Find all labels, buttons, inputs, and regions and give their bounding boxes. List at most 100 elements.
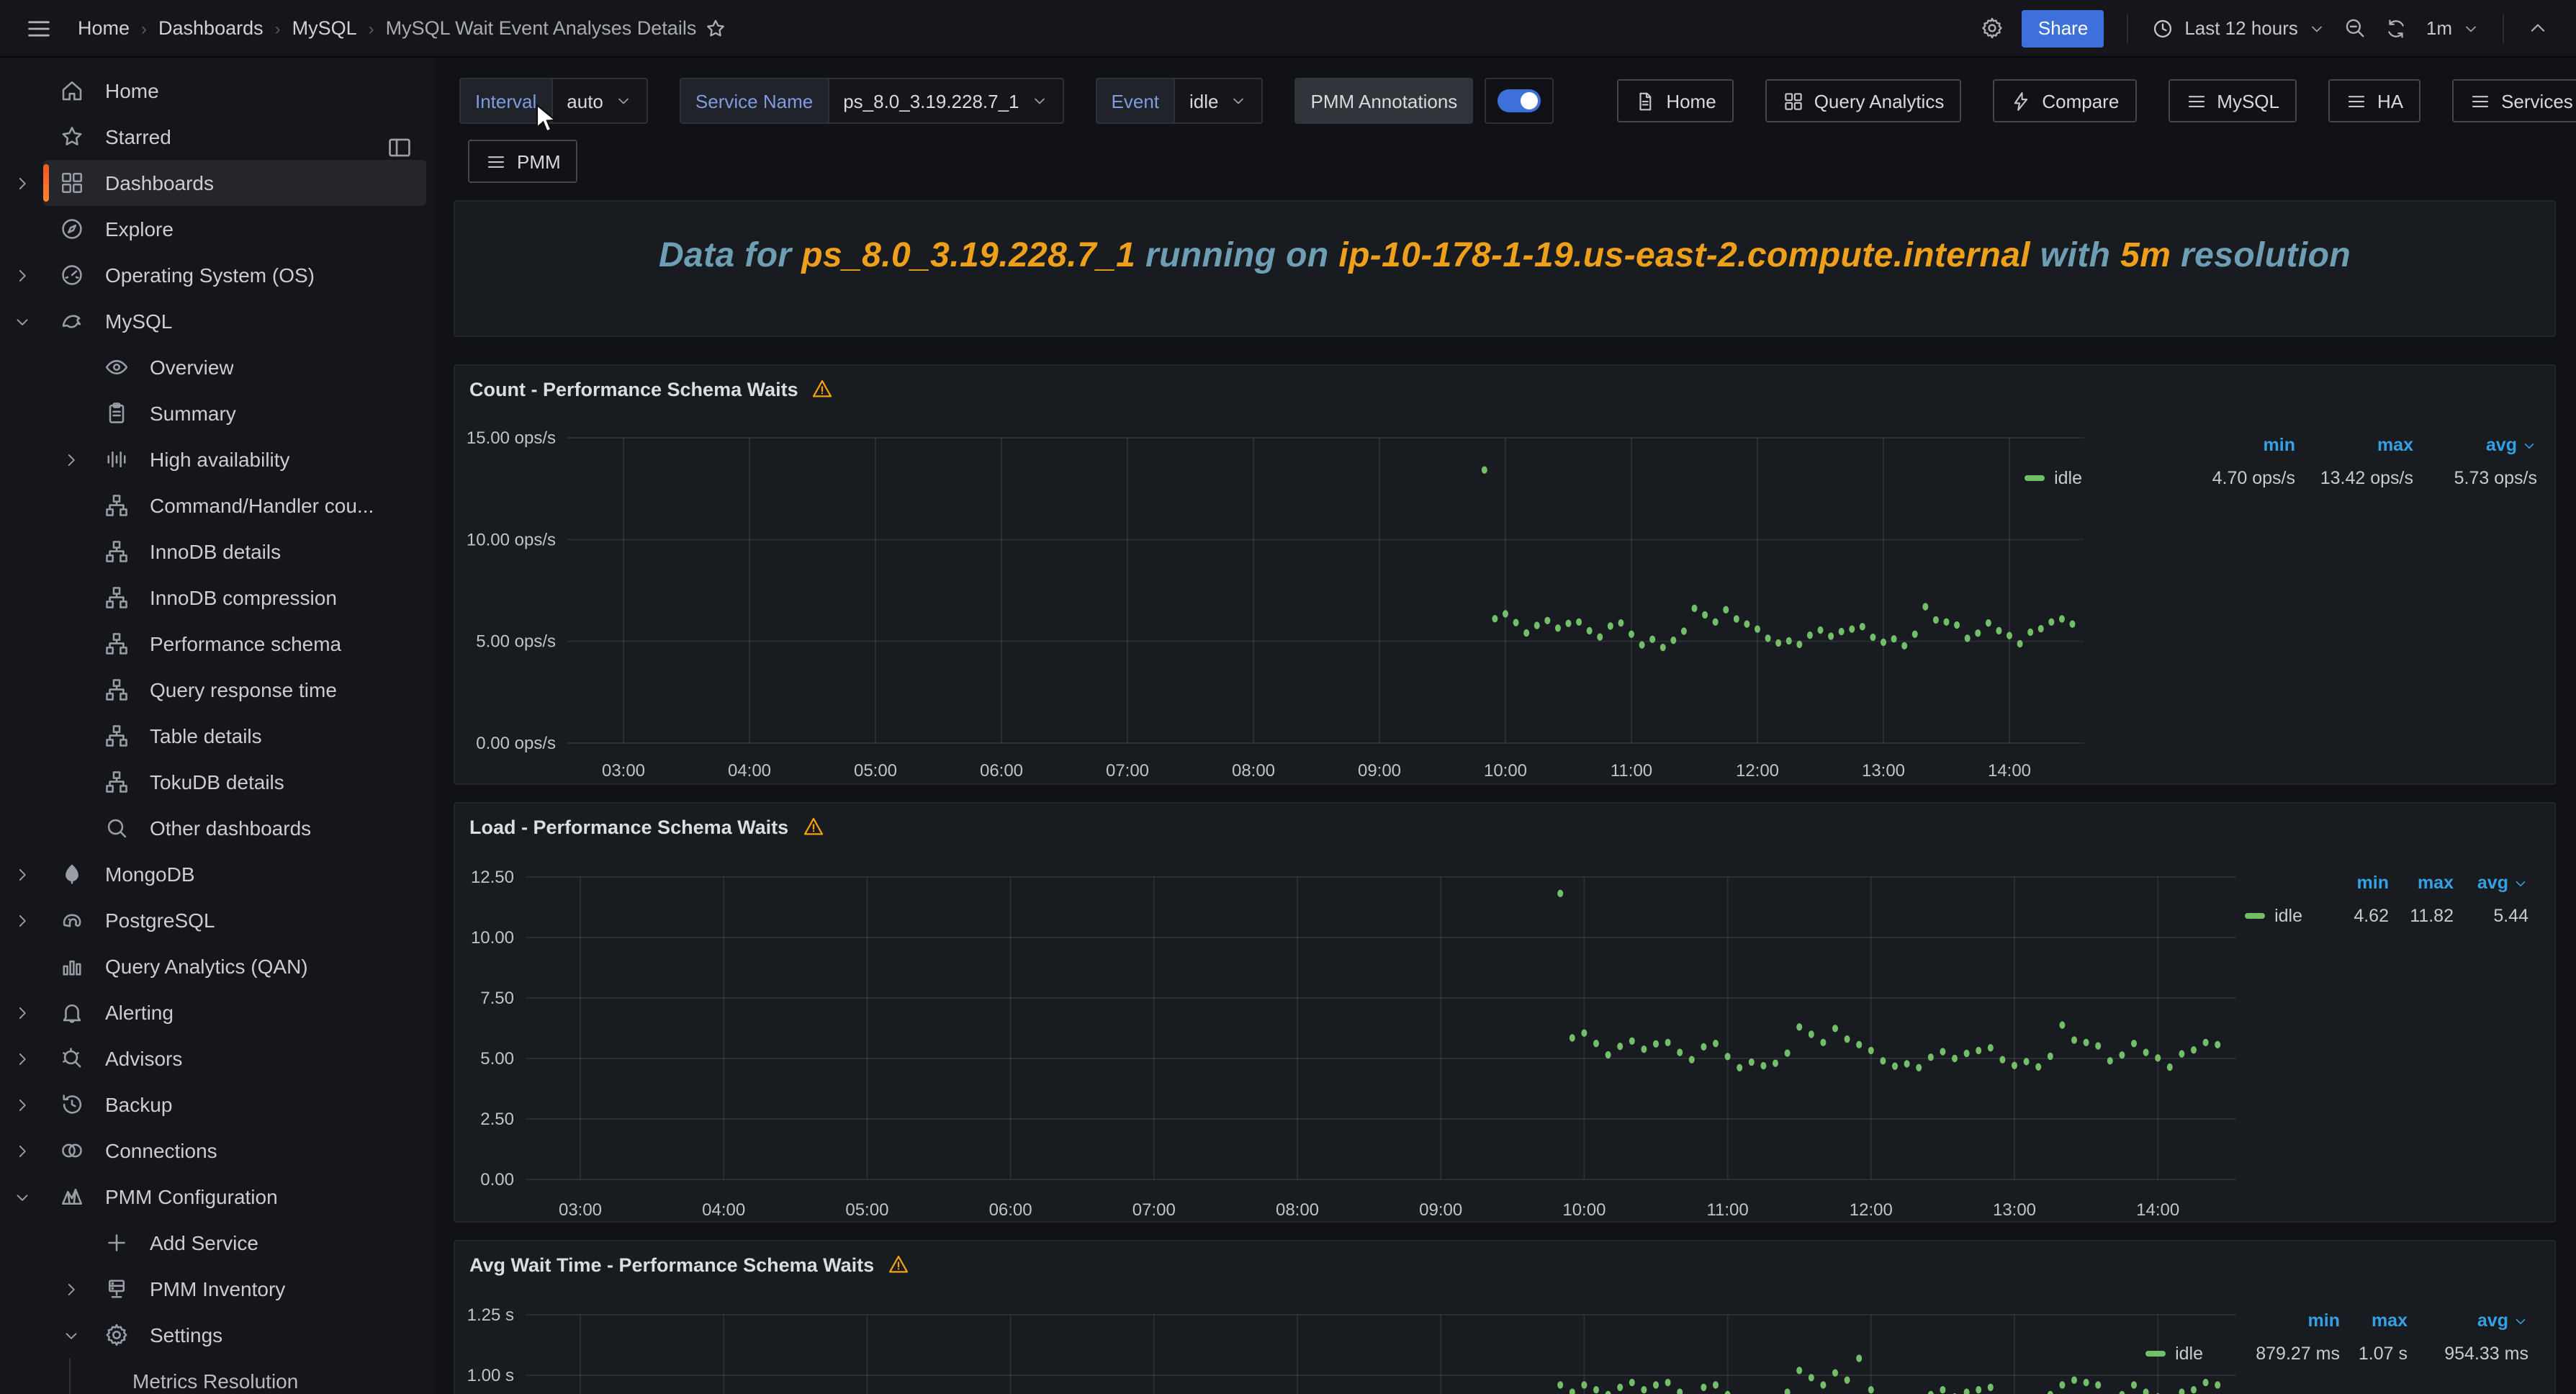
sidebar-item-innodb-details[interactable]: InnoDB details <box>43 529 426 575</box>
percona-icon <box>59 1184 85 1210</box>
breadcrumb-item[interactable]: Home <box>78 17 130 39</box>
sidebar-item-postgresql[interactable]: PostgreSQL <box>43 897 426 943</box>
filter-value-dropdown[interactable]: ps_8.0_3.19.228.7_1 <box>827 78 1063 124</box>
sidebar-item-pmm-inventory[interactable]: PMM Inventory <box>43 1266 426 1312</box>
toolbar-link-ha[interactable]: HA <box>2328 79 2420 122</box>
chevron-right-icon[interactable] <box>12 1048 32 1069</box>
sidebar-item-table-details[interactable]: Table details <box>43 713 426 759</box>
legend-series-idle[interactable]: idle <box>2131 1344 2203 1364</box>
filter-value-dropdown[interactable]: auto <box>551 78 648 124</box>
legend-series-idle[interactable]: idle <box>2016 468 2082 488</box>
legend-column-header: max <box>2377 435 2413 455</box>
sidebar-item-overview[interactable]: Overview <box>43 344 426 390</box>
legend-series-idle[interactable]: idle <box>2230 906 2302 926</box>
sidebar-item-alerting[interactable]: Alerting <box>43 989 426 1035</box>
warning-icon[interactable] <box>811 377 834 400</box>
sidebar-item-explore[interactable]: Explore <box>43 206 426 252</box>
legend-sort-min[interactable]: min <box>2203 1310 2340 1331</box>
data-point <box>1544 617 1550 624</box>
sidebar-item-query-response-time[interactable]: Query response time <box>43 667 426 713</box>
pmm-annotations-toggle[interactable] <box>1485 78 1554 124</box>
sidebar-item-innodb-compression[interactable]: InnoDB compression <box>43 575 426 621</box>
legend-sort-avg[interactable]: avg <box>2413 435 2537 455</box>
dashboard-settings-icon[interactable] <box>1973 9 2011 47</box>
sidebar-item-dashboards[interactable]: Dashboards <box>43 160 426 206</box>
menu-toggle-icon[interactable] <box>20 9 58 47</box>
sidebar-item-metrics-resolution[interactable]: Metrics Resolution <box>43 1358 426 1394</box>
zoom-out-icon[interactable] <box>2337 9 2374 47</box>
svg-text:04:00: 04:00 <box>728 761 771 781</box>
toolbar-link-home[interactable]: Home <box>1617 79 1733 122</box>
eye-icon <box>104 354 130 380</box>
sidebar-item-mongodb[interactable]: MongoDB <box>43 851 426 897</box>
chevron-right-icon[interactable] <box>12 864 32 884</box>
chevron-down-icon[interactable] <box>60 1325 81 1345</box>
refresh-interval-picker[interactable]: 1m <box>2418 9 2488 47</box>
legend-sort-avg[interactable]: avg <box>2408 1310 2528 1331</box>
chevron-right-icon[interactable] <box>12 1094 32 1115</box>
sidebar-item-add-service[interactable]: Add Service <box>43 1220 426 1266</box>
sidebar-item-command-handler-cou[interactable]: Command/Handler cou... <box>43 482 426 529</box>
sitemap-icon <box>104 723 130 749</box>
toolbar-link-pmm[interactable]: PMM <box>468 140 578 183</box>
data-point <box>1523 629 1529 637</box>
toolbar-link-mysql[interactable]: MySQL <box>2168 79 2297 122</box>
chevron-right-icon[interactable] <box>12 910 32 930</box>
sidebar-item-operating-system-os[interactable]: Operating System (OS) <box>43 252 426 298</box>
sidebar-item-settings[interactable]: Settings <box>43 1312 426 1358</box>
chevron-down-icon[interactable] <box>12 311 32 331</box>
sidebar-item-mysql[interactable]: MySQL <box>43 298 426 344</box>
sidebar-item-backup[interactable]: Backup <box>43 1082 426 1128</box>
sidebar-item-advisors[interactable]: Advisors <box>43 1035 426 1082</box>
chevron-right-icon[interactable] <box>12 1002 32 1022</box>
toolbar-link-services[interactable]: Services <box>2452 79 2576 122</box>
data-point <box>1737 1064 1742 1071</box>
collapse-topbar-icon[interactable] <box>2518 9 2556 47</box>
sidebar-item-tokudb-details[interactable]: TokuDB details <box>43 759 426 805</box>
toolbar-link-query-analytics[interactable]: Query Analytics <box>1765 79 1962 122</box>
legend-sort-min[interactable]: min <box>2302 873 2389 893</box>
toolbar-link-compare[interactable]: Compare <box>1993 79 2136 122</box>
data-point <box>1725 1053 1731 1060</box>
refresh-dashboard-icon[interactable] <box>2384 17 2408 40</box>
chevron-right-icon[interactable] <box>12 1141 32 1161</box>
data-point <box>1665 1039 1671 1046</box>
star-dashboard-icon[interactable] <box>703 17 726 40</box>
sidebar-item-pmm-configuration[interactable]: PMM Configuration <box>43 1174 426 1220</box>
sidebar-item-home[interactable]: Home <box>43 68 426 114</box>
breadcrumb-item[interactable]: Dashboards <box>158 17 264 39</box>
chevron-right-icon[interactable] <box>12 173 32 193</box>
chevron-right-icon[interactable] <box>12 265 32 285</box>
legend-sort-avg[interactable]: avg <box>2454 873 2528 893</box>
svg-text:7.50: 7.50 <box>480 989 514 1008</box>
chevron-right-icon[interactable] <box>60 449 81 469</box>
sidebar-item-starred[interactable]: Starred <box>43 114 426 160</box>
hamburger-menu-icon[interactable] <box>24 14 53 42</box>
warning-icon[interactable] <box>887 1253 910 1276</box>
dashboard-settings-gear-icon[interactable] <box>1980 16 2004 40</box>
legend-sort-max[interactable]: max <box>2340 1310 2408 1331</box>
sidebar-item-query-analytics-qan[interactable]: Query Analytics (QAN) <box>43 943 426 989</box>
chevron-down-icon[interactable] <box>12 1187 32 1207</box>
sidebar-item-high-availability[interactable]: High availability <box>43 436 426 482</box>
warning-icon[interactable] <box>801 815 824 838</box>
chart-plot-area[interactable]: 12.5010.007.505.002.500.0003:0004:0005:0… <box>455 804 2554 1221</box>
time-range-picker[interactable]: Last 12 hours <box>2143 9 2334 47</box>
chart-plot-area[interactable]: 15.00 ops/s10.00 ops/s5.00 ops/s0.00 ops… <box>455 366 2554 783</box>
sidebar-item-performance-schema[interactable]: Performance schema <box>43 621 426 667</box>
zoom-out-time-icon[interactable] <box>2343 16 2368 40</box>
refresh-icon[interactable] <box>2377 9 2415 47</box>
svg-text:08:00: 08:00 <box>1276 1200 1319 1220</box>
collapse-topbar-caret-icon[interactable] <box>2526 17 2548 39</box>
chevron-right-icon[interactable] <box>60 1279 81 1299</box>
share-button[interactable]: Share <box>2022 9 2104 47</box>
sidebar-item-summary[interactable]: Summary <box>43 390 426 436</box>
star-dashboard-icon[interactable] <box>696 9 734 47</box>
sidebar-item-other-dashboards[interactable]: Other dashboards <box>43 805 426 851</box>
filter-value-dropdown[interactable]: idle <box>1174 78 1264 124</box>
sidebar-item-connections[interactable]: Connections <box>43 1128 426 1174</box>
legend-sort-max[interactable]: max <box>2389 873 2454 893</box>
breadcrumb-item[interactable]: MySQL <box>292 17 357 39</box>
legend-sort-max[interactable]: max <box>2295 435 2413 455</box>
legend-sort-min[interactable]: min <box>2082 435 2295 455</box>
